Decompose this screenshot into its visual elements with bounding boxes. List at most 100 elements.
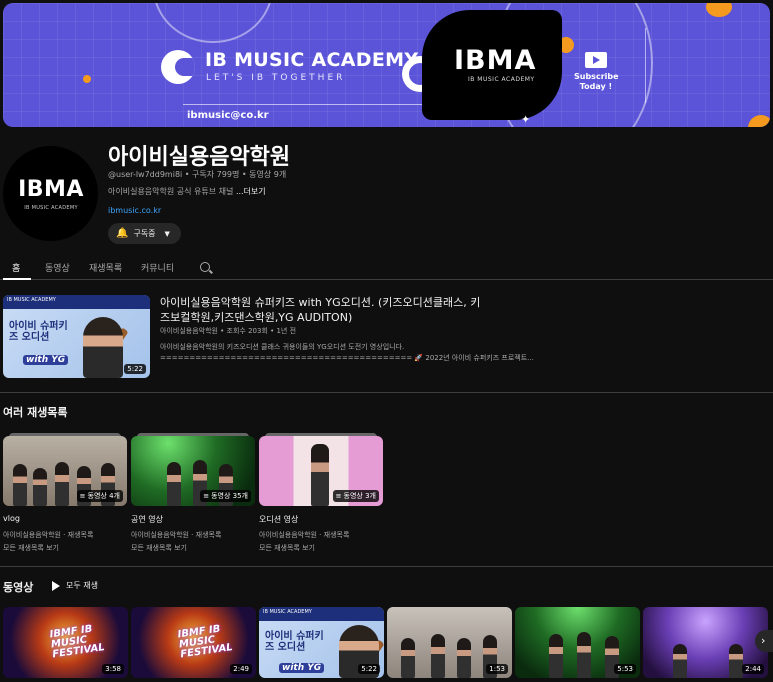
bell-icon: 🔔	[116, 228, 129, 239]
playlist-thumbnail[interactable]: ≡ 동영상 3개	[259, 436, 383, 506]
play-all-label: 모두 재생	[66, 581, 98, 590]
view-all-playlists-link[interactable]: 모든 재생목록 보기	[3, 543, 59, 553]
video-thumbnail[interactable]: 2:44	[643, 607, 768, 678]
person-figure	[311, 444, 329, 506]
person-figure	[431, 634, 445, 678]
festival-logo-text: IBMF IB MUSIC FESTIVAL	[49, 623, 106, 661]
featured-video-meta: 아이비실용음악학원 • 조회수 203회 • 1년 전	[160, 327, 297, 335]
video-play-icon	[585, 52, 607, 68]
thumbnail-text: 아이비 슈퍼키즈 오디션	[9, 321, 68, 343]
featured-video-description: ========================================…	[160, 354, 534, 362]
channel-link[interactable]: ibmusic.co.kr	[108, 206, 161, 215]
view-all-playlists-link[interactable]: 모든 재생목록 보기	[131, 543, 187, 553]
video-thumbnail[interactable]: IBMF IB MUSIC FESTIVAL 2:49	[131, 607, 256, 678]
channel-description[interactable]: 아이비실용음악학원 공식 유튜브 채널 ...더보기	[108, 186, 266, 197]
playlist-count: ≡ 동영상 4개	[76, 490, 123, 502]
playlist-title[interactable]: 공연 영상	[131, 514, 163, 525]
playlist-count-text: 동영상 35개	[211, 492, 248, 500]
person-figure	[55, 462, 69, 506]
subscribed-button[interactable]: 🔔 구독중 ▼	[108, 223, 181, 244]
festival-logo-text: IBMF IB MUSIC FESTIVAL	[177, 623, 234, 661]
playlists-section-title: 여러 재생목록	[3, 406, 68, 419]
search-icon[interactable]	[200, 262, 210, 272]
tab-playlists[interactable]: 재생목록	[89, 261, 122, 274]
section-divider	[0, 566, 773, 567]
banner-tagline: LET'S IB TOGETHER	[206, 73, 346, 83]
person-figure	[457, 638, 471, 678]
playlist-icon: ≡	[79, 492, 86, 500]
thumbnail-strip-text: IB MUSIC ACADEMY	[263, 609, 312, 615]
playlist-thumbnail[interactable]: ≡ 동영상 4개	[3, 436, 127, 506]
thumbnail-strip-text: IB MUSIC ACADEMY	[7, 297, 56, 303]
channel-meta: @user-lw7dd9mi8i • 구독자 799명 • 동영상 9개	[108, 170, 287, 179]
video-thumbnail[interactable]: 1:53	[387, 607, 512, 678]
section-divider	[0, 392, 773, 393]
chevron-down-icon: ▼	[164, 229, 170, 238]
banner-dot	[83, 75, 91, 83]
playlist-title[interactable]: vlog	[3, 514, 20, 523]
banner-title: IB MUSIC ACADEMY	[205, 49, 419, 71]
playlist-icon: ≡	[335, 492, 342, 500]
banner-dot	[706, 3, 732, 17]
video-thumbnail[interactable]: IB MUSIC ACADEMY 아이비 슈퍼키즈 오디션 with YG 5:…	[259, 607, 384, 678]
playlist-count-text: 동영상 3개	[343, 492, 376, 500]
playlist-icon: ≡	[203, 492, 210, 500]
video-thumbnail[interactable]: 5:53	[515, 607, 640, 678]
video-thumbnail[interactable]: IBMF IB MUSIC FESTIVAL 3:58	[3, 607, 128, 678]
avatar-sub: IB MUSIC ACADEMY	[24, 205, 78, 211]
banner-logo-icon	[161, 50, 195, 84]
videos-section-title: 동영상	[3, 581, 34, 594]
playlist-owner: 아이비실용음악학원 · 재생목록	[3, 531, 94, 539]
channel-name: 아이비실용음악학원	[108, 145, 291, 170]
playlist-owner: 아이비실용음악학원 · 재생목록	[131, 531, 222, 539]
playlist-count: ≡ 동영상 3개	[332, 490, 379, 502]
person-figure	[577, 632, 591, 678]
banner-divider	[645, 28, 646, 103]
banner-badge-sub: IB MUSIC ACADEMY	[468, 76, 535, 83]
tab-community[interactable]: 커뮤니티	[141, 261, 174, 274]
subscribed-label: 구독중	[133, 229, 156, 238]
video-duration: 5:22	[358, 664, 380, 674]
featured-video-thumbnail[interactable]: IB MUSIC ACADEMY 아이비 슈퍼키즈 오디션 with YG 5:…	[3, 295, 150, 378]
playlist-count: ≡ 동영상 35개	[200, 490, 251, 502]
person-figure	[13, 464, 27, 506]
featured-video-title[interactable]: 아이비실용음악학원 슈퍼키즈 with YG오디션. (키즈오디션클래스, 키즈…	[160, 295, 490, 325]
sparkle-icon: ✦	[521, 113, 531, 126]
person-figure	[401, 638, 415, 678]
video-duration: 2:44	[742, 664, 764, 674]
active-tab-indicator	[3, 278, 31, 280]
banner-arc	[153, 3, 273, 43]
video-duration: 5:22	[124, 364, 146, 374]
video-duration: 5:53	[614, 664, 636, 674]
video-duration: 3:58	[102, 664, 124, 674]
tab-home[interactable]: 홈	[12, 261, 20, 274]
play-icon	[52, 580, 60, 591]
person-figure	[729, 644, 743, 678]
person-figure	[167, 462, 181, 506]
chevron-right-icon[interactable]: ›	[755, 630, 773, 652]
playlist-title[interactable]: 오디션 영상	[259, 514, 298, 525]
play-all-button[interactable]: 모두 재생	[52, 580, 98, 591]
thumbnail-text: 아이비 슈퍼키즈 오디션	[265, 631, 324, 653]
thumbnail-strip: IB MUSIC ACADEMY	[3, 295, 150, 309]
banner-subscribe-text: Subscribe Today !	[574, 72, 619, 91]
view-all-playlists-link[interactable]: 모든 재생목록 보기	[259, 543, 315, 553]
video-duration: 1:53	[486, 664, 508, 674]
playlist-thumbnail[interactable]: ≡ 동영상 35개	[131, 436, 255, 506]
person-figure	[33, 468, 47, 506]
thumbnail-strip: IB MUSIC ACADEMY	[259, 607, 384, 621]
playlist-count-text: 동영상 4개	[87, 492, 120, 500]
person-figure	[549, 634, 563, 678]
banner-dot	[748, 115, 770, 127]
banner-email: ibmusic@co.kr	[187, 110, 269, 121]
thumbnail-yg-text: with YG	[279, 663, 325, 673]
video-duration: 2:49	[230, 664, 252, 674]
more-link[interactable]: ...더보기	[236, 187, 266, 196]
banner-badge-text: IBMA	[454, 45, 537, 76]
featured-video-description: 아이비실용음악학원의 키즈오디션 클래스 귀용이들의 YG오디션 도전기 영상입…	[160, 343, 405, 351]
tab-videos[interactable]: 동영상	[45, 261, 70, 274]
avatar-text: IBMA	[18, 177, 84, 202]
thumbnail-yg-text: with YG	[23, 355, 69, 365]
person-figure	[673, 644, 687, 678]
playlist-owner: 아이비실용음악학원 · 재생목록	[259, 531, 350, 539]
